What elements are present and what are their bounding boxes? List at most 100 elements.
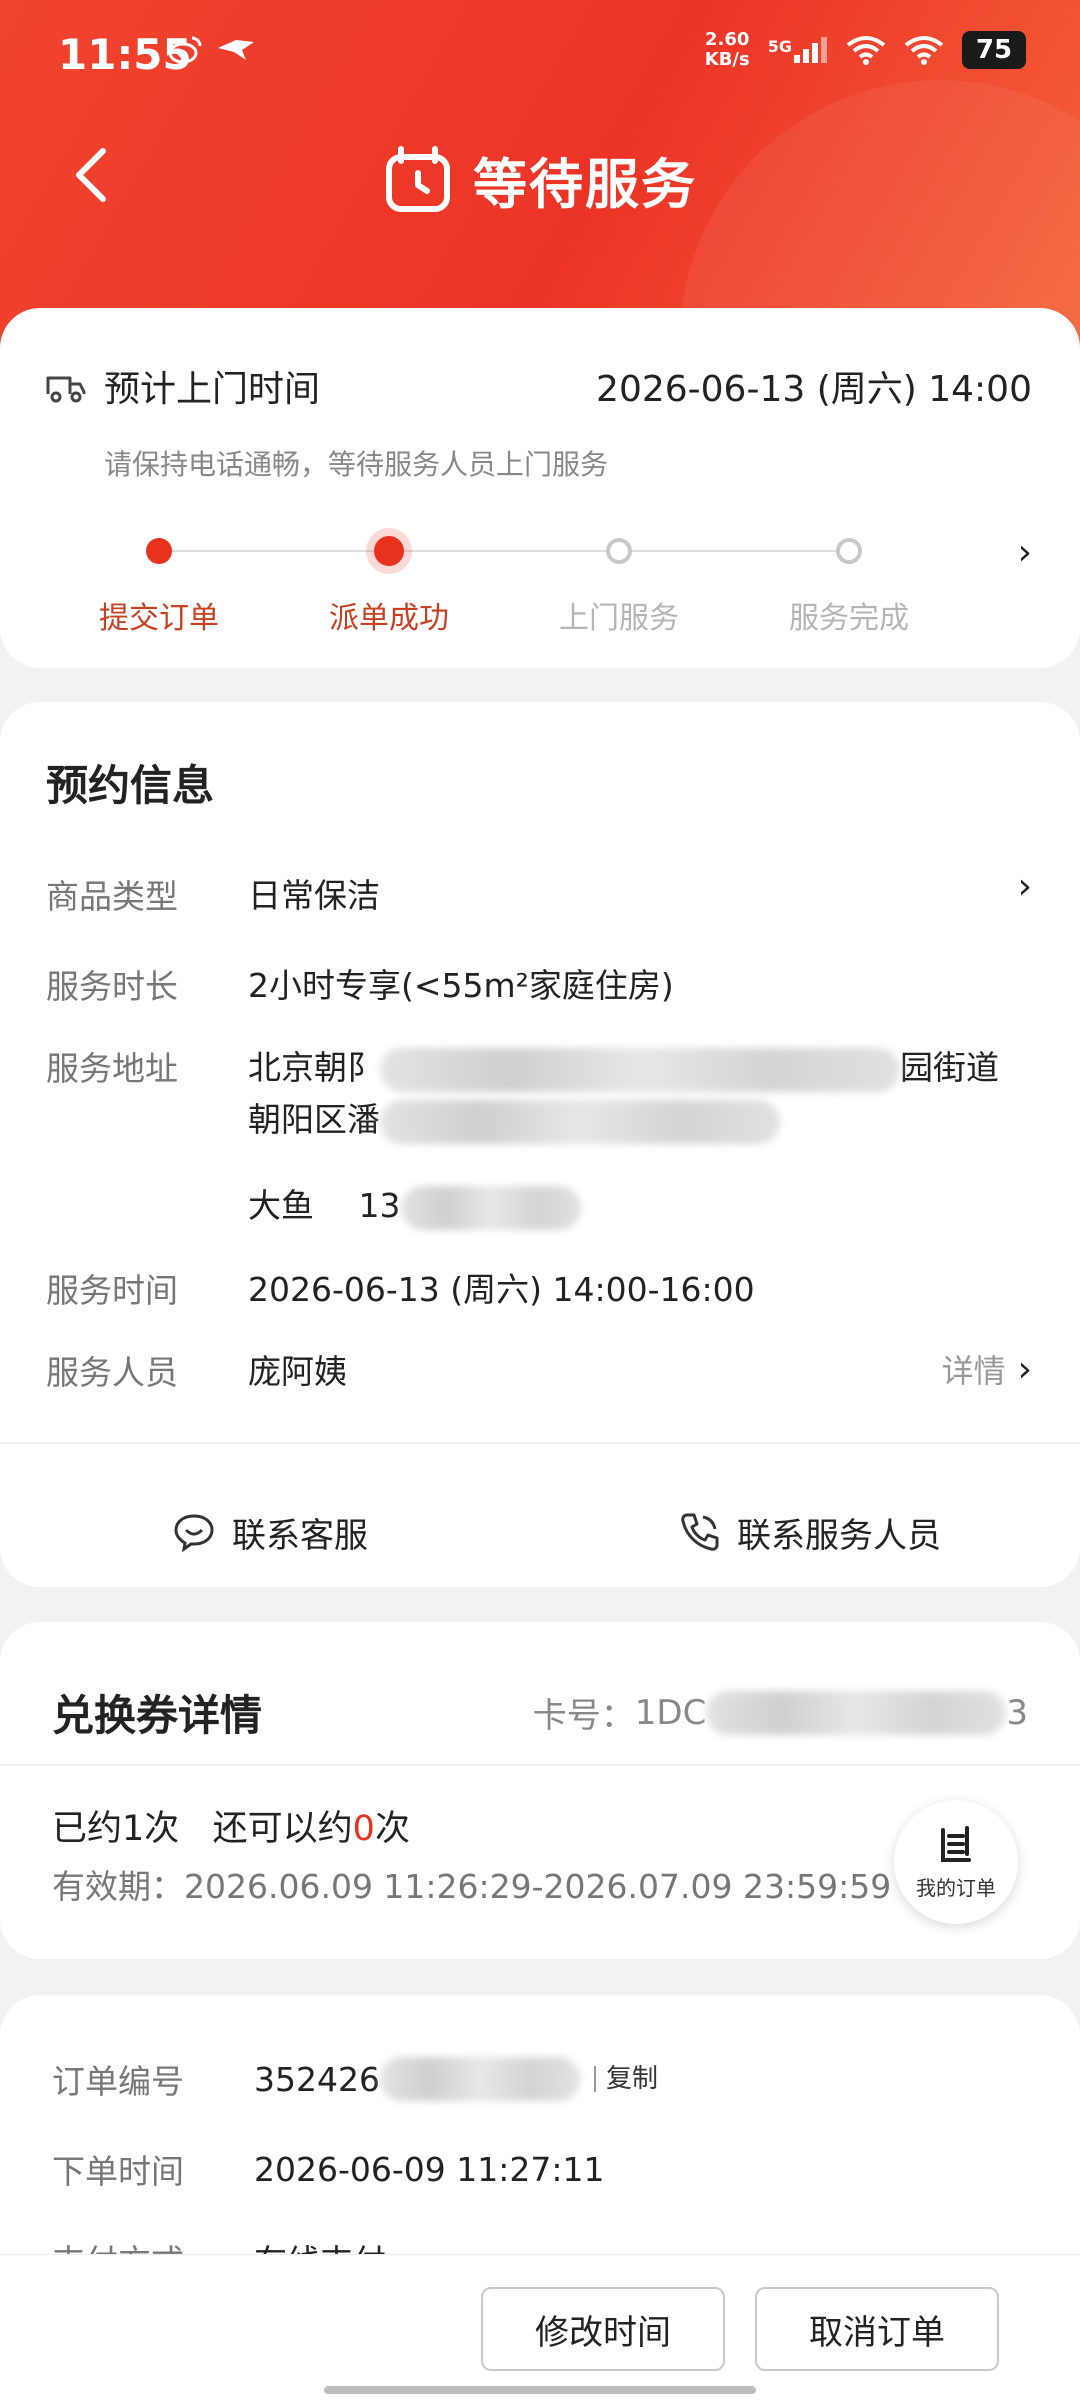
my-orders-label: 我的订单: [916, 1875, 996, 1900]
staff-detail-link[interactable]: 详情 ›: [942, 1346, 1032, 1392]
order-number-value: 352426 复制: [254, 2057, 658, 2101]
page-title: 等待服务: [473, 153, 697, 216]
eta-row: 预计上门时间 2026-06-13 (周六) 14:00: [44, 360, 1032, 412]
detail-label: 详情: [941, 1352, 1006, 1390]
duration-value: 2小时专享(<55m²家庭住房): [248, 966, 674, 1005]
duration-key: 服务时长: [46, 967, 178, 1006]
voucher-card: 兑换券详情 卡号： 1DC 3 已约1次 还可以约0次 有效期：2026.06.…: [0, 1622, 1080, 1959]
nav-bar: 等待服务: [0, 130, 1080, 240]
chevron-right-icon: ›: [1017, 1348, 1032, 1390]
phone-call-icon: [681, 1513, 719, 1551]
nav-title-wrap: 等待服务: [0, 140, 1080, 219]
phone-redacted: [400, 1185, 581, 1230]
step-dot-dispatch: [374, 536, 404, 566]
service-time-key: 服务时间: [46, 1271, 178, 1310]
cell-signal-icon: 5G: [768, 37, 828, 63]
step-label-dispatch: 派单成功: [329, 601, 449, 636]
status-bar: 11:55 2.60 KB/s 5G 75: [0, 0, 1080, 110]
card-number-end: 3: [1006, 1692, 1028, 1733]
chat-bubble-icon: [174, 1514, 214, 1552]
contact-staff-label: 联系服务人员: [737, 1515, 941, 1556]
order-number-redacted: [379, 2057, 580, 2101]
signal-type: 5G: [767, 37, 792, 56]
contact-key-spacer: [46, 1180, 248, 1232]
step-dot-submit: [146, 538, 172, 564]
order-time-key: 下单时间: [52, 2152, 184, 2191]
order-time-value: 2026-06-09 11:27:11: [254, 2149, 605, 2189]
contact-actions: 联系客服 联系服务人员: [0, 1492, 1080, 1572]
net-speed-value: 2.60: [705, 29, 750, 50]
product-type-row[interactable]: 商品类型 日常保洁 ›: [46, 866, 1032, 922]
booking-title: 预约信息: [46, 761, 215, 810]
step-label-complete: 服务完成: [789, 601, 909, 636]
divider: [0, 1442, 1080, 1444]
alarm-clock-icon: [386, 145, 450, 212]
staff-value: 庞阿姨: [248, 1352, 347, 1391]
eta-label: 预计上门时间: [104, 369, 321, 410]
signal-bars-icon: [794, 37, 827, 63]
product-type-value: 日常保洁: [248, 876, 380, 915]
contact-service-button[interactable]: 联系客服: [0, 1492, 540, 1572]
contact-value: 大鱼 13: [248, 1180, 581, 1232]
home-indicator[interactable]: [324, 2386, 756, 2394]
eta-value: 2026-06-13 (周六) 14:00: [596, 369, 1032, 410]
usage-line: 已约1次 还可以约0次: [52, 1800, 410, 1851]
eta-card: 预计上门时间 2026-06-13 (周六) 14:00 请保持电话通畅，等待服…: [0, 308, 1080, 668]
divider: [0, 1764, 1080, 1766]
net-speed: 2.60 KB/s: [705, 30, 750, 70]
step-line-1: [160, 550, 390, 552]
address-redacted: [380, 1047, 900, 1092]
contact-service-label: 联系客服: [232, 1515, 368, 1556]
eta-hint: 请保持电话通畅，等待服务人员上门服务: [104, 448, 609, 481]
voucher-title: 兑换券详情: [52, 1691, 263, 1740]
wifi-icon: [846, 36, 886, 65]
usage-suffix: 次: [374, 1809, 410, 1849]
product-type-key: 商品类型: [46, 877, 178, 916]
validity-period: 有效期：2026.06.09 11:26:29-2026.07.09 23:59…: [52, 1867, 892, 1906]
copy-button[interactable]: 复制: [593, 2066, 658, 2092]
address-row: 服务地址 北京朝阝 园街道 朝阳区潘: [46, 1042, 1032, 1146]
order-list-icon: [941, 1825, 971, 1862]
address-redacted-2: [380, 1099, 780, 1144]
cancel-order-button[interactable]: 取消订单: [755, 2287, 999, 2371]
card-number-label: 卡号：: [532, 1696, 635, 1736]
contact-staff-button[interactable]: 联系服务人员: [540, 1492, 1080, 1572]
contact-phone: 13: [358, 1186, 401, 1225]
modify-time-button[interactable]: 修改时间: [481, 2287, 725, 2371]
bottom-action-bar: 修改时间 取消订单: [0, 2254, 1080, 2400]
duration-row: 服务时长 2小时专享(<55m²家庭住房): [46, 960, 1032, 1012]
service-time-value: 2026-06-13 (周六) 14:00-16:00: [248, 1270, 755, 1309]
battery-indicator: 75: [962, 31, 1026, 69]
my-orders-button[interactable]: 我的订单: [894, 1800, 1018, 1924]
order-number-key: 订单编号: [52, 2062, 184, 2101]
step-dot-visit: [606, 538, 632, 564]
address-value: 北京朝阝 园街道 朝阳区潘: [248, 1042, 999, 1146]
step-line-3: [620, 550, 850, 552]
address-line-1-end: 园街道: [900, 1048, 999, 1087]
order-time-row: 下单时间 2026-06-09 11:27:11: [52, 2145, 1032, 2193]
progress-steps[interactable]: 提交订单 派单成功 上门服务 服务完成 ›: [0, 518, 1080, 636]
status-notification-icons: [168, 34, 256, 66]
address-line-1: 北京朝阝 园街道: [248, 1042, 999, 1094]
chevron-right-icon: ›: [1017, 866, 1032, 907]
address-key: 服务地址: [46, 1049, 178, 1088]
service-time-row: 服务时间 2026-06-13 (周六) 14:00-16:00: [46, 1264, 1032, 1316]
usage-prefix: 已约1次 还可以约: [52, 1809, 353, 1849]
wifi-2-icon: [904, 36, 944, 65]
status-right-icons: 2.60 KB/s 5G 75: [705, 30, 1026, 70]
step-line-2: [390, 550, 620, 552]
step-dot-complete: [836, 538, 862, 564]
cart-truck-icon: [46, 376, 86, 403]
contact-row: 大鱼 13: [46, 1180, 1032, 1232]
step-label-visit: 上门服务: [559, 601, 679, 636]
remaining-count: 0: [352, 1809, 375, 1849]
card-number: 卡号： 1DC 3: [533, 1688, 1028, 1737]
order-number-start: 352426: [254, 2059, 380, 2099]
step-label-submit: 提交订单: [99, 601, 219, 636]
card-number-start: 1DC: [634, 1692, 707, 1733]
address-line-2: 朝阳区潘: [248, 1094, 999, 1146]
net-speed-unit: KB/s: [704, 49, 750, 70]
order-number-row: 订单编号 352426 复制: [52, 2055, 1032, 2103]
card-number-redacted: [706, 1690, 1007, 1735]
chevron-right-icon[interactable]: ›: [1018, 532, 1032, 573]
